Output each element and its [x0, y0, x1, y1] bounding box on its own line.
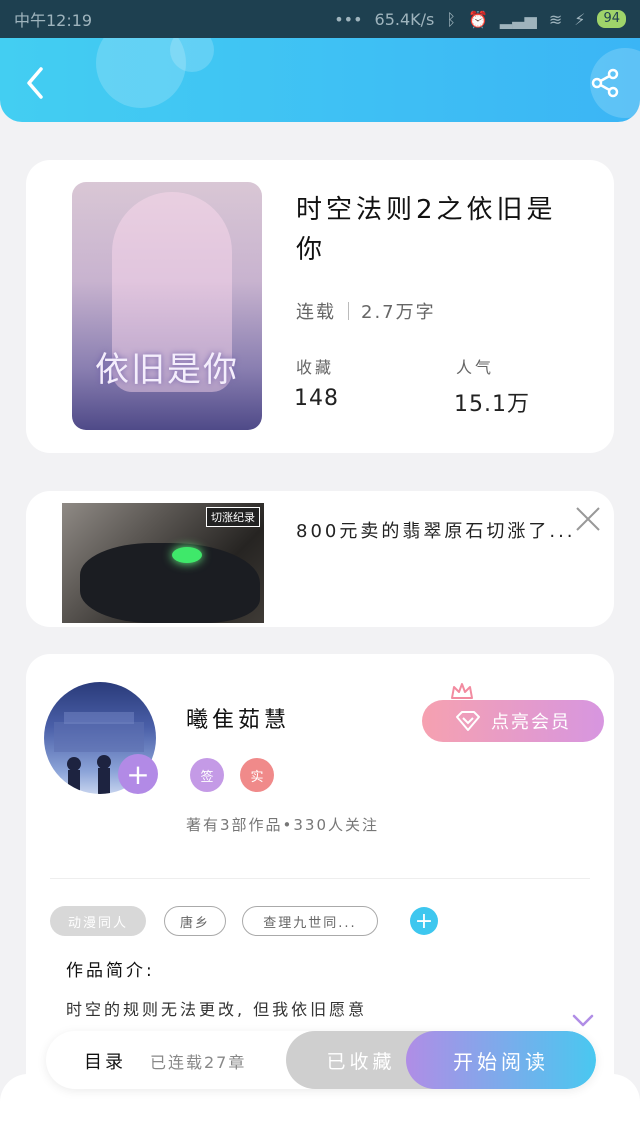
intro-text: 时空的规则无法更改, 但我依旧愿意: [66, 1000, 368, 1019]
book-meta: 连载 2.7万字: [296, 298, 436, 324]
author-stats: 著有3部作品•330人关注: [186, 816, 380, 834]
share-button[interactable]: [588, 66, 622, 100]
ad-card[interactable]: 切涨纪录 800元卖的翡翠原石切涨了...: [26, 491, 614, 627]
favorites-label: 收藏: [296, 358, 335, 377]
start-reading-button[interactable]: 开始阅读: [406, 1031, 596, 1089]
add-tag-button[interactable]: +: [410, 907, 438, 935]
wifi-icon: ≋: [548, 9, 563, 29]
chapter-count[interactable]: 已连载27章: [150, 1049, 246, 1073]
vip-button[interactable]: 点亮会员: [422, 700, 604, 742]
share-icon: [591, 68, 619, 98]
chevron-left-icon: [27, 67, 43, 99]
ad-rock-image: [80, 543, 260, 623]
intro-label: 作品简介:: [66, 961, 155, 981]
status-time: 中午12:19: [14, 11, 93, 30]
meta-divider: [348, 302, 349, 320]
tag-item[interactable]: 动漫同人: [50, 906, 146, 936]
toc-button[interactable]: 目录: [84, 1048, 126, 1074]
cover-title-text: 依旧是你: [95, 350, 239, 390]
diamond-icon: [456, 711, 480, 731]
status-bar: 中午12:19 ••• 65.4K/s ᛒ ⏰ ▂▃▅ ≋ ⚡ 94: [0, 0, 640, 38]
close-icon[interactable]: [574, 505, 602, 533]
bottom-action-bar: 目录 已连载27章 已收藏 开始阅读: [46, 1031, 596, 1089]
back-button[interactable]: [18, 66, 52, 100]
author-name[interactable]: 曦隹茹慧: [186, 702, 290, 734]
charging-icon: ⚡: [574, 9, 586, 29]
signal-icon: ▂▃▅: [499, 9, 537, 29]
ad-jade-glow: [172, 547, 202, 563]
verified-badge: 实: [240, 758, 274, 792]
vip-button-label: 点亮会员: [491, 712, 571, 733]
book-word-count: 2.7万字: [361, 302, 436, 323]
alarm-icon: ⏰: [467, 9, 488, 29]
chevron-down-icon[interactable]: [572, 1014, 594, 1028]
signal-dots-icon: •••: [334, 9, 363, 29]
signed-badge: 签: [190, 758, 224, 792]
bluetooth-icon: ᛒ: [446, 9, 456, 29]
book-info-card: 依旧是你 时空法则2之依旧是你 连载 2.7万字 收藏 148 人气 15.1万: [26, 160, 614, 453]
crown-icon: [451, 683, 473, 699]
network-speed: 65.4K/s: [374, 9, 435, 29]
book-cover[interactable]: 依旧是你: [72, 182, 262, 430]
ad-title[interactable]: 800元卖的翡翠原石切涨了...: [296, 517, 576, 543]
popularity-value: 15.1万: [454, 392, 530, 417]
header: [0, 38, 640, 122]
tag-item[interactable]: 查理九世同...: [242, 906, 378, 936]
ad-thumbnail[interactable]: 切涨纪录: [62, 503, 264, 623]
book-title: 时空法则2之依旧是你: [296, 195, 557, 265]
divider: [50, 878, 590, 879]
favorites-value: 148: [294, 386, 339, 411]
popularity-label: 人气: [456, 358, 495, 377]
ad-thumb-tag: 切涨纪录: [206, 507, 260, 527]
follow-plus-button[interactable]: +: [118, 754, 158, 794]
tag-item[interactable]: 唐乡: [164, 906, 226, 936]
battery-indicator: 94: [597, 10, 626, 28]
book-status: 连载: [296, 302, 336, 323]
